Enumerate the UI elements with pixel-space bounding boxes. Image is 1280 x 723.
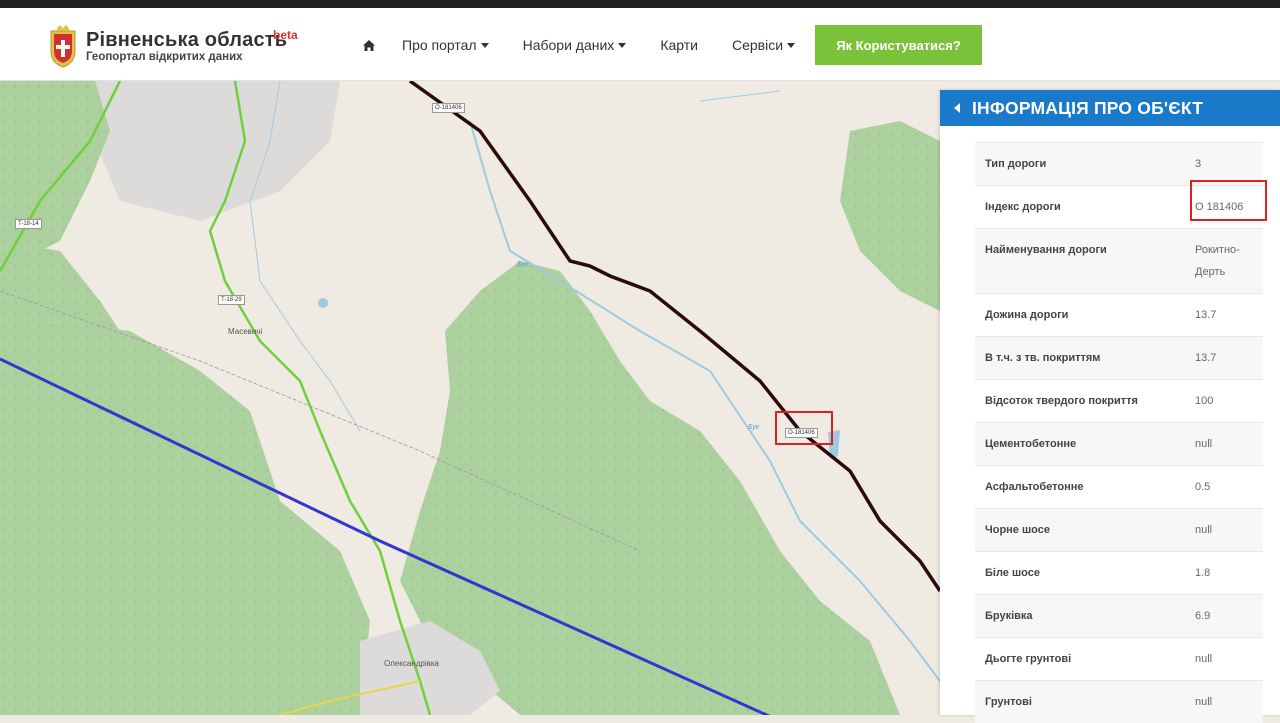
nav-about[interactable]: Про портал	[402, 37, 489, 53]
chevron-down-icon	[480, 42, 489, 48]
object-info-panel: ІНФОРМАЦІЯ ПРО ОБ'ЄКТ Тип дороги 3 Індекс…	[940, 90, 1280, 723]
forest-area	[400, 261, 900, 715]
urban-area	[90, 81, 340, 221]
table-row: Відсоток твердого покриття 100	[975, 379, 1263, 422]
attr-name: Біле шосе	[985, 567, 1040, 579]
lake	[318, 298, 328, 308]
town-label: Масевичі	[228, 327, 263, 336]
attr-value: 13.7	[1195, 352, 1217, 364]
attr-name: Асфальтобетонне	[985, 481, 1084, 493]
table-row: Тип дороги 3	[975, 142, 1263, 185]
attr-name: Чорне шосе	[985, 524, 1050, 536]
river-label: Бук	[748, 424, 760, 431]
road-label: T-18-14	[15, 219, 42, 229]
attributes-table: Тип дороги 3 Індекс дороги O 181406 Наймен…	[975, 142, 1263, 723]
table-row: Дожина дороги 13.7	[975, 293, 1263, 336]
nav-services-label: Сервіси	[731, 37, 784, 53]
attr-name: Дьогте грунтові	[985, 653, 1072, 665]
table-row: Біле шосе 1.8	[975, 551, 1263, 594]
chevron-down-icon	[618, 42, 627, 48]
forest-area	[0, 241, 120, 331]
attr-name: Тип дороги	[985, 158, 1047, 170]
stream	[699, 90, 781, 102]
attr-name: Найменування дороги	[985, 244, 1107, 256]
how-to-use-button[interactable]: Як Користуватися?	[815, 25, 982, 65]
panel-title: ІНФОРМАЦІЯ ПРО ОБ'ЄКТ	[972, 97, 1204, 118]
road-label: O-181406	[432, 103, 465, 113]
attr-value: 100	[1195, 395, 1214, 407]
nav-about-label: Про портал	[402, 37, 477, 53]
table-row: Грунтові null	[975, 680, 1263, 723]
attr-value: 3	[1195, 158, 1202, 170]
attr-value: null	[1195, 696, 1213, 708]
table-row: В т.ч. з тв. покриттям 13.7	[975, 336, 1263, 379]
nav-datasets[interactable]: Набори даних	[523, 37, 627, 53]
attr-value: null	[1195, 653, 1213, 665]
nav-maps-label: Карти	[660, 37, 698, 53]
attr-name: Грунтові	[985, 696, 1032, 708]
attr-value: null	[1195, 524, 1213, 536]
table-row: Найменування дороги Рокитно-Дерть	[975, 228, 1263, 293]
nav-maps[interactable]: Карти	[660, 37, 698, 53]
home-link[interactable]	[362, 39, 376, 52]
attr-name: Відсоток твердого покриття	[985, 395, 1138, 407]
nav-services[interactable]: Сервіси	[731, 37, 796, 53]
logo[interactable]: Рівненська область Геопортал відкритих д…	[48, 25, 298, 69]
home-icon	[363, 39, 375, 51]
site-header: Рівненська область Геопортал відкритих д…	[0, 8, 1280, 81]
top-bar	[0, 0, 1280, 8]
main-nav: Про портал Набори даних Карти Сервіси	[362, 37, 829, 53]
table-row: Чорне шосе null	[975, 508, 1263, 551]
value-highlight-box	[1190, 180, 1267, 221]
attr-name: Індекс дороги	[985, 201, 1061, 213]
attr-name: Цементобетонне	[985, 438, 1077, 450]
site-title: Рівненська область	[86, 29, 288, 51]
attr-value: 1.8	[1195, 567, 1211, 579]
road-label: T-18-29	[218, 295, 245, 305]
forest-area	[840, 121, 940, 311]
attr-value: 6.9	[1195, 610, 1211, 622]
table-row: Цементобетонне null	[975, 422, 1263, 465]
nav-datasets-label: Набори даних	[522, 37, 615, 53]
beta-badge: beta	[273, 28, 298, 42]
chevron-down-icon	[787, 42, 796, 48]
map-highlight-box	[775, 411, 833, 445]
attr-value: Рокитно-Дерть	[1195, 244, 1240, 278]
panel-header[interactable]: ІНФОРМАЦІЯ ПРО ОБ'ЄКТ	[940, 90, 1280, 126]
river-label: Бук	[517, 261, 529, 268]
forest-area	[0, 321, 370, 715]
table-row: Дьогте грунтові null	[975, 637, 1263, 680]
attr-name: Бруківка	[985, 610, 1033, 622]
attr-value: 13.7	[1195, 309, 1217, 321]
attr-value: null	[1195, 438, 1213, 450]
attr-name: Дожина дороги	[985, 309, 1069, 321]
table-row: Асфальтобетонне 0.5	[975, 465, 1263, 508]
town-label: Олександрівка	[384, 659, 439, 668]
collapse-panel-icon[interactable]	[954, 103, 960, 113]
attr-name: В т.ч. з тв. покриттям	[985, 352, 1101, 364]
coat-of-arms-icon	[50, 25, 76, 68]
site-subtitle: Геопортал відкритих даних	[86, 51, 243, 63]
table-row: Бруківка 6.9	[975, 594, 1263, 637]
attr-value: 0.5	[1195, 481, 1211, 493]
